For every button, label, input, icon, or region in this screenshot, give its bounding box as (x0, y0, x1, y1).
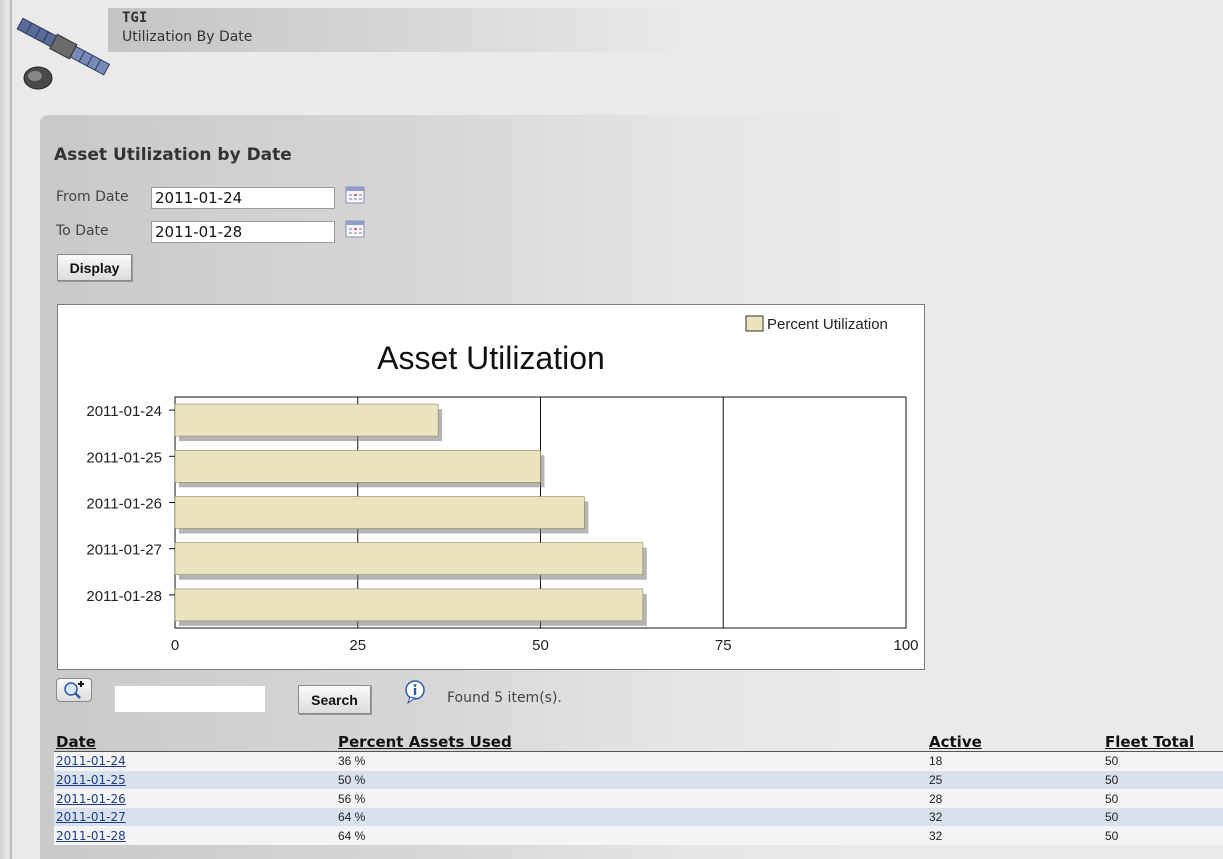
cell-date: 2011-01-28 (54, 826, 336, 845)
table-row: 2011-01-28 64 % 32 50 (54, 826, 1223, 845)
table-row: 2011-01-27 64 % 32 50 (54, 807, 1223, 827)
info-icon (405, 680, 425, 705)
cell-percent-used: 64 % (336, 807, 927, 827)
table-row: 2011-01-25 50 % 25 50 (54, 770, 1223, 790)
table-row: 2011-01-26 56 % 28 50 (54, 789, 1223, 808)
to-date-label: To Date (56, 223, 109, 239)
bar (174, 588, 644, 622)
bar (174, 496, 585, 529)
cell-date: 2011-01-27 (54, 807, 336, 827)
x-tick-label: 0 (171, 637, 179, 654)
cell-active: 32 (927, 807, 1103, 827)
search-input[interactable] (114, 685, 266, 713)
page-subtitle: Utilization By Date (122, 29, 253, 45)
calendar-icon[interactable] (345, 220, 365, 238)
y-tick-label: 2011-01-24 (86, 403, 162, 420)
cell-percent-used: 36 % (336, 751, 927, 771)
cell-date: 2011-01-24 (54, 751, 336, 771)
y-tick-label: 2011-01-28 (86, 588, 162, 605)
x-tick-label: 25 (349, 637, 366, 654)
y-tick-label: 2011-01-25 (86, 449, 162, 466)
x-tick-label: 50 (532, 637, 549, 654)
column-header-fleet-total[interactable]: Fleet Total (1103, 731, 1223, 752)
app-name: TGI (122, 10, 148, 26)
results-count: Found 5 item(s). (447, 690, 562, 706)
cell-percent-used: 64 % (336, 826, 927, 845)
date-link[interactable]: 2011-01-28 (56, 829, 126, 843)
zoom-in-icon (64, 681, 84, 699)
asset-utilization-chart: Percent Utilization Asset Utilization 0 25 5… (86, 315, 919, 654)
calendar-icon[interactable] (345, 186, 365, 204)
cell-active: 28 (927, 789, 1103, 808)
column-header-active[interactable]: Active (927, 731, 1103, 752)
legend-swatch (745, 315, 764, 332)
cell-fleet-total: 50 (1103, 807, 1223, 827)
cell-active: 32 (927, 826, 1103, 845)
column-header-percent-assets-used[interactable]: Percent Assets Used (336, 731, 927, 752)
from-date-label: From Date (56, 189, 129, 205)
to-date-input[interactable] (151, 221, 335, 243)
cell-fleet-total: 50 (1103, 770, 1223, 790)
table-row: 2011-01-24 36 % 18 50 (54, 751, 1223, 771)
column-header-date[interactable]: Date (54, 731, 336, 752)
bar (174, 403, 439, 437)
cell-active: 18 (927, 751, 1103, 771)
table-header-row: Date Percent Assets Used Active Fleet To… (54, 731, 1223, 752)
satellite-icon (16, 17, 111, 90)
x-tick-label: 75 (715, 637, 732, 654)
cell-percent-used: 50 % (336, 770, 927, 790)
bar (174, 542, 644, 575)
x-tick-label: 100 (893, 637, 918, 654)
cell-date: 2011-01-25 (54, 770, 336, 790)
bar (174, 450, 541, 483)
cell-date: 2011-01-26 (54, 789, 336, 808)
cell-fleet-total: 50 (1103, 789, 1223, 808)
y-tick-label: 2011-01-26 (86, 496, 162, 513)
cell-percent-used: 56 % (336, 789, 927, 808)
y-tick-label: 2011-01-27 (86, 542, 162, 559)
cell-fleet-total: 50 (1103, 826, 1223, 845)
left-border-strip (0, 0, 12, 859)
date-link[interactable]: 2011-01-26 (56, 792, 126, 806)
date-link[interactable]: 2011-01-25 (56, 773, 126, 787)
legend-label: Percent Utilization (767, 316, 888, 333)
chart-title: Asset Utilization (377, 340, 605, 376)
from-date-input[interactable] (151, 187, 335, 209)
cell-active: 25 (927, 770, 1103, 790)
chart-container: Percent Utilization Asset Utilization 0 25 5… (57, 304, 925, 670)
date-link[interactable]: 2011-01-27 (56, 810, 126, 824)
search-button[interactable]: Search (298, 685, 371, 714)
date-link[interactable]: 2011-01-24 (56, 754, 126, 768)
results-table: Date Percent Assets Used Active Fleet To… (54, 731, 1223, 845)
display-button[interactable]: Display (57, 254, 132, 281)
panel-title: Asset Utilization by Date (54, 145, 292, 165)
zoom-button[interactable] (56, 678, 92, 702)
cell-fleet-total: 50 (1103, 751, 1223, 771)
